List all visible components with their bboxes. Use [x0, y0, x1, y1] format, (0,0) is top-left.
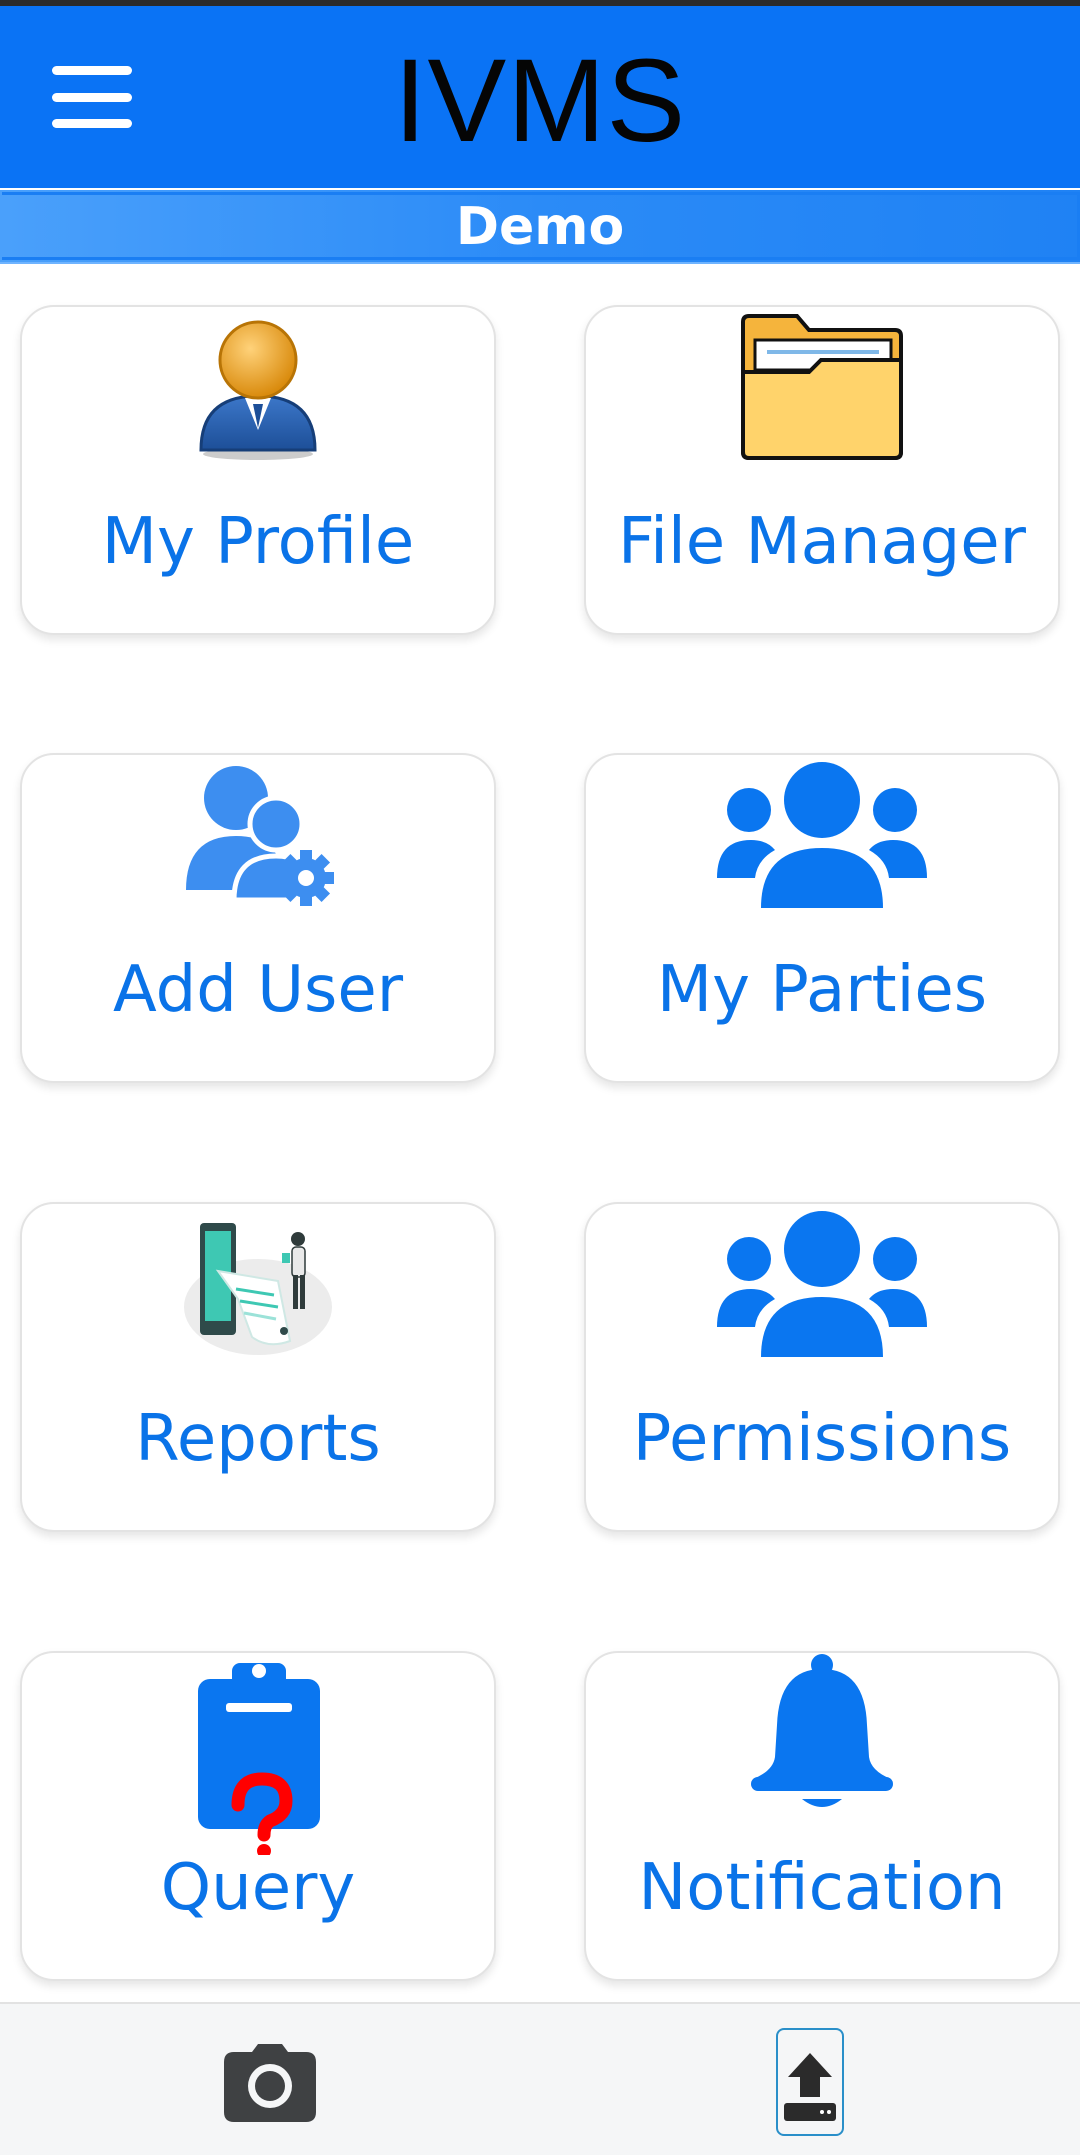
add-user-gear-icon: [22, 755, 494, 915]
tile-label: My Profile: [101, 505, 415, 579]
tile-add-user[interactable]: Add User: [20, 753, 496, 1083]
tile-my-profile[interactable]: My Profile: [20, 305, 496, 635]
tile-query[interactable]: Query: [20, 1651, 496, 1981]
users-group-icon: [586, 755, 1058, 915]
tile-label: Notification: [638, 1851, 1006, 1925]
user-profile-icon: [22, 307, 494, 467]
tile-label: Add User: [112, 953, 404, 1027]
app-title: IVMS: [393, 35, 687, 167]
bell-icon: [586, 1653, 1058, 1813]
tile-notification[interactable]: Notification: [584, 1651, 1060, 1981]
tile-label: Reports: [135, 1402, 381, 1476]
tile-label: My Parties: [656, 953, 988, 1027]
tile-label: Query: [160, 1851, 356, 1925]
reports-illustration-icon: [22, 1204, 494, 1364]
tile-my-parties[interactable]: My Parties: [584, 753, 1060, 1083]
company-name: Demo: [455, 197, 625, 257]
tile-file-manager[interactable]: File Manager: [584, 305, 1060, 635]
tile-permissions[interactable]: Permissions: [584, 1202, 1060, 1532]
upload-icon[interactable]: [776, 2028, 844, 2136]
folder-icon: [586, 307, 1058, 467]
clipboard-question-icon: [22, 1653, 494, 1855]
tile-label: Permissions: [632, 1402, 1012, 1476]
app-header: IVMS: [0, 6, 1080, 188]
camera-icon[interactable]: [222, 2044, 318, 2124]
subtitle-bar: Demo: [0, 190, 1080, 264]
users-group-icon: [586, 1204, 1058, 1364]
bottom-action-bar: [0, 2002, 1080, 2155]
tile-reports[interactable]: Reports: [20, 1202, 496, 1532]
tile-label: File Manager: [618, 505, 1026, 579]
